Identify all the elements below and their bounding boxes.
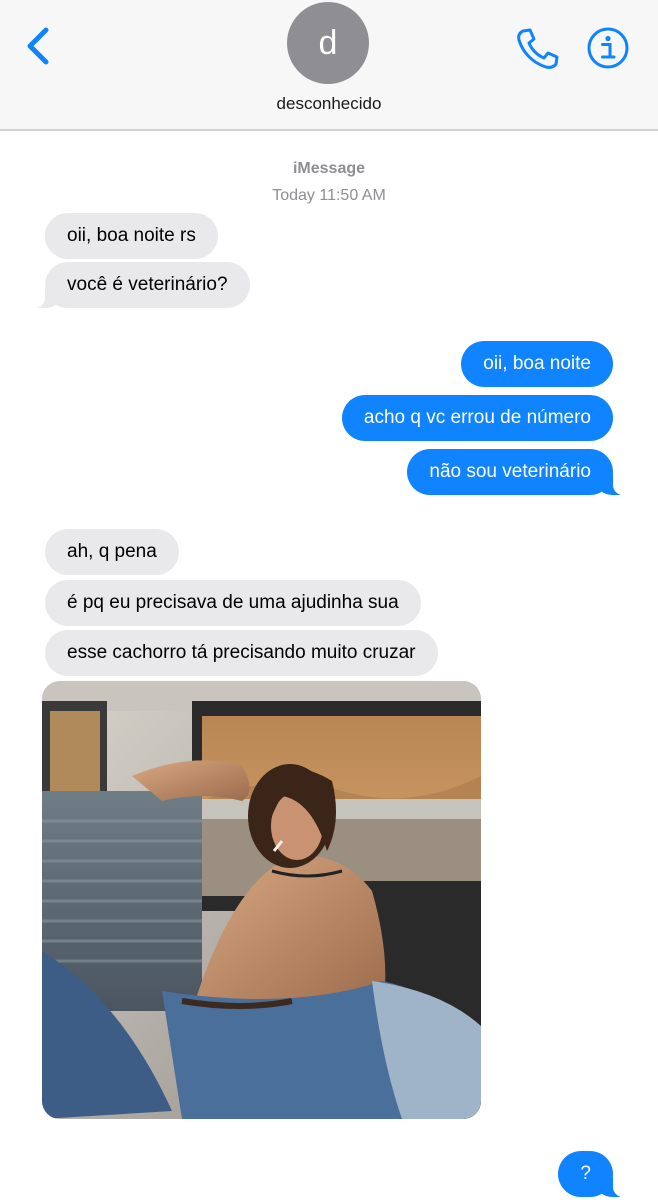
message-bubble-outgoing[interactable]: oii, boa noite [461, 341, 613, 387]
avatar[interactable]: d [287, 2, 369, 84]
message-bubble-outgoing[interactable]: ? [558, 1151, 627, 1197]
message-text: é pq eu precisava de uma ajudinha sua [67, 592, 399, 613]
message-text: oii, boa noite rs [67, 225, 196, 246]
message-text: esse cachorro tá precisando muito cruzar [67, 642, 416, 663]
message-text: ? [580, 1163, 591, 1184]
contact-name[interactable]: desconhecido [0, 94, 658, 114]
service-label: iMessage [292, 160, 366, 177]
info-icon[interactable] [586, 26, 630, 70]
photo-image [42, 681, 481, 1119]
message-bubble-outgoing[interactable]: acho q vc errou de número [341, 395, 613, 441]
message-bubble-incoming[interactable]: ah, q pena [45, 529, 179, 575]
message-bubble-incoming[interactable]: oii, boa noite rs [45, 213, 218, 259]
message-text: acho q vc errou de número [363, 407, 591, 428]
thread-timestamp: Today 11:50 AM [272, 187, 386, 204]
message-bubble-incoming[interactable]: você é veterinário? [31, 262, 250, 308]
phone-icon[interactable] [514, 26, 560, 70]
message-text: ah, q pena [67, 541, 157, 562]
photo-message[interactable] [42, 681, 481, 1119]
message-bubble-incoming[interactable]: é pq eu precisava de uma ajudinha sua [45, 580, 421, 626]
chevron-left-icon[interactable] [22, 22, 56, 70]
message-bubble-outgoing[interactable]: não sou veterinário [407, 449, 627, 495]
message-bubble-incoming[interactable]: esse cachorro tá precisando muito cruzar [45, 630, 438, 676]
message-text: você é veterinário? [67, 274, 228, 295]
message-text: oii, boa noite [483, 353, 591, 374]
conversation-header: d desconhecido [0, 0, 658, 131]
message-text: não sou veterinário [429, 461, 591, 482]
